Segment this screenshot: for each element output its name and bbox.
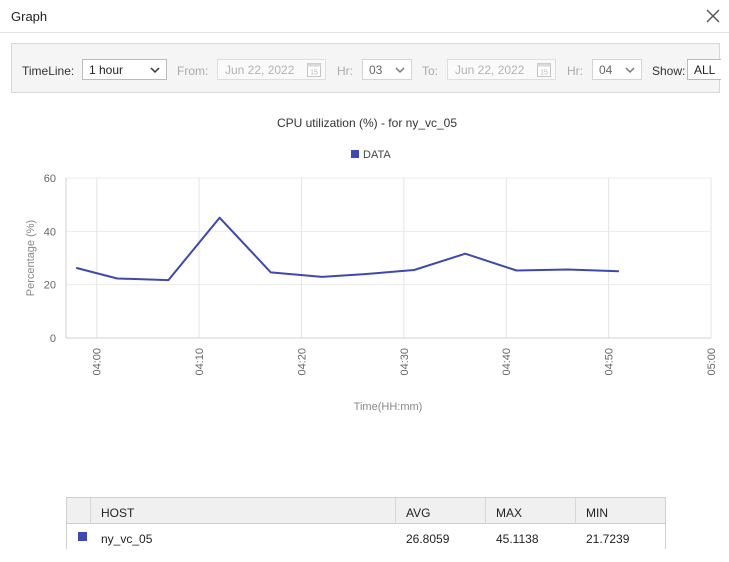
svg-text:15: 15 (310, 70, 318, 77)
grid-lines (66, 177, 712, 338)
legend-label: DATA (363, 149, 391, 161)
timeline-select[interactable]: 1 hour (82, 59, 167, 80)
x-tick-label: 04:00 (92, 348, 104, 376)
graph-dialog: Graph TimeLine: 1 hour From: Jun 22, 202… (0, 0, 729, 562)
data-point[interactable] (114, 276, 120, 282)
x-tick-label: 05:00 (706, 348, 718, 376)
to-hr-label: Hr: (567, 64, 583, 78)
to-date-field[interactable]: Jun 22, 2022 15 (447, 59, 556, 80)
dialog-title: Graph (11, 9, 48, 24)
from-hour-value: 03 (369, 63, 383, 77)
from-hr-label: Hr: (337, 64, 353, 78)
data-point[interactable] (319, 274, 325, 280)
x-tick-label: 04:20 (296, 348, 308, 376)
from-label: From: (177, 64, 209, 78)
chart-legend[interactable]: DATA (351, 149, 391, 161)
calendar-icon[interactable]: 15 (537, 62, 551, 77)
table-row[interactable]: ny_vc_05 26.8059 45.1138 21.7239 (67, 524, 665, 550)
min-cell: 21.7239 (586, 532, 630, 546)
data-point[interactable] (411, 267, 417, 273)
host-column-header[interactable]: HOST (91, 498, 396, 524)
x-tick-label: 04:50 (604, 348, 616, 376)
data-point[interactable] (513, 268, 519, 274)
x-tick-label: 04:30 (399, 348, 411, 376)
show-select[interactable]: ALL (687, 59, 721, 80)
color-column-header (67, 498, 91, 524)
timeline-value: 1 hour (89, 63, 124, 77)
svg-text:15: 15 (540, 70, 548, 77)
avg-column-header[interactable]: AVG (396, 498, 486, 524)
summary-header-row: HOST AVG MAX MIN (67, 498, 665, 524)
to-hour-select[interactable]: 04 (592, 59, 642, 80)
chevron-down-icon (625, 67, 635, 74)
calendar-icon[interactable]: 15 (307, 62, 321, 77)
close-icon[interactable] (705, 8, 721, 24)
series-color-swatch (78, 532, 87, 541)
title-bar: Graph (0, 0, 729, 33)
show-label: Show: (652, 64, 686, 78)
y-axis-label: Percentage (%) (25, 220, 37, 296)
from-date-value: Jun 22, 2022 (225, 63, 295, 77)
host-cell: ny_vc_05 (101, 532, 153, 546)
cpu-utilization-chart: CPU utilization (%) - for ny_vc_05 DATA … (25, 116, 718, 413)
min-column-header[interactable]: MIN (576, 498, 665, 524)
data-point[interactable] (360, 271, 366, 277)
chevron-down-icon (150, 67, 160, 74)
filter-toolbar: TimeLine: 1 hour From: Jun 22, 2022 15 H… (11, 43, 721, 93)
from-date-field[interactable]: Jun 22, 2022 15 (217, 59, 326, 80)
y-tick-label: 60 (44, 173, 56, 185)
x-tick-label: 04:40 (501, 348, 513, 376)
data-point[interactable] (462, 251, 468, 257)
data-point[interactable] (268, 269, 274, 275)
to-label: To: (422, 64, 439, 78)
x-axis-label: Time(HH:mm) (354, 401, 423, 413)
show-value: ALL (694, 63, 716, 77)
y-tick-label: 40 (44, 226, 56, 238)
data-point[interactable] (616, 268, 622, 274)
max-cell: 45.1138 (496, 532, 539, 546)
data-point[interactable] (73, 265, 79, 271)
data-point[interactable] (165, 277, 171, 283)
tick-labels: 0 20 40 60 04:00 04:10 04:20 04:30 04:40 04:50 05:… (44, 173, 718, 376)
legend-swatch (351, 150, 359, 158)
chart-title: CPU utilization (%) - for ny_vc_05 (277, 116, 457, 130)
to-date-value: Jun 22, 2022 (455, 63, 525, 77)
data-point[interactable] (565, 266, 571, 272)
avg-cell: 26.8059 (406, 532, 450, 546)
x-tick-label: 04:10 (194, 348, 206, 376)
to-hour-value: 04 (599, 63, 613, 77)
data-point[interactable] (217, 215, 223, 221)
from-hour-select[interactable]: 03 (362, 59, 412, 80)
axes (65, 178, 711, 339)
y-tick-label: 0 (50, 333, 56, 345)
summary-grid: HOST AVG MAX MIN ny_vc_05 26.8059 45.113… (66, 497, 666, 550)
series-layer (73, 215, 622, 283)
series-line-data[interactable] (75, 216, 619, 282)
y-tick-label: 20 (44, 280, 56, 292)
max-column-header[interactable]: MAX (486, 498, 576, 524)
timeline-label: TimeLine: (22, 64, 75, 78)
chevron-down-icon (395, 67, 405, 74)
